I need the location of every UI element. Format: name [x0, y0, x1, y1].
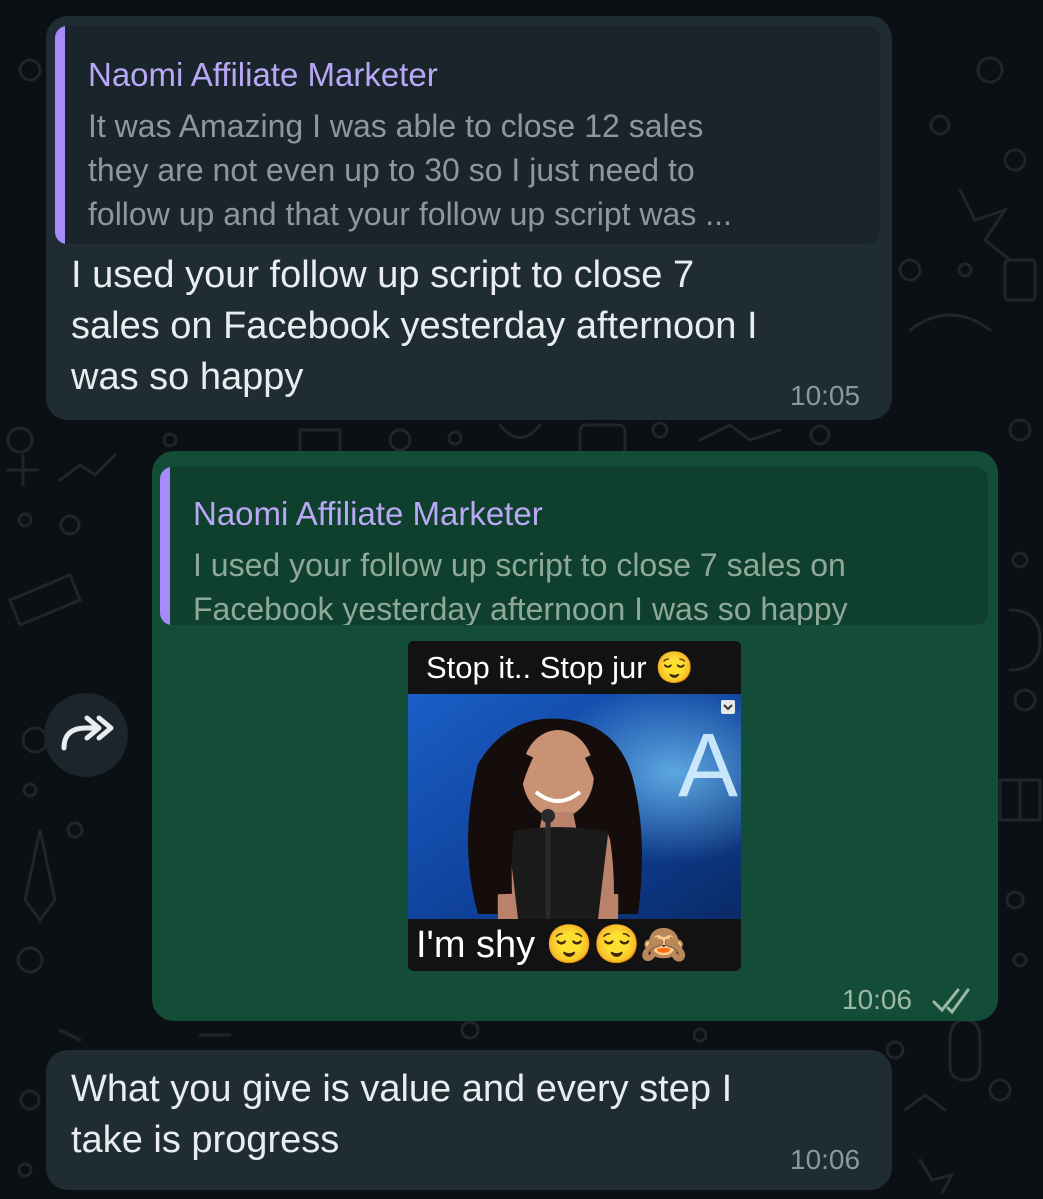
message-bubble-incoming[interactable]: What you give is value and every step I …: [46, 1050, 892, 1190]
quote-accent-bar: [160, 467, 170, 625]
message-timestamp: 10:06: [790, 1144, 861, 1175]
quoted-message[interactable]: Naomi Affiliate Marketer I used your fol…: [160, 467, 988, 625]
message-text: I used your follow up script to close 7 …: [71, 254, 758, 398]
message-text: What you give is value and every step I …: [71, 1068, 733, 1161]
forward-button[interactable]: [44, 693, 128, 777]
forward-arrow-icon: [61, 715, 114, 751]
message-timestamp: 10:05: [790, 380, 861, 411]
sticker-top-caption: Stop it.. Stop jur 😌: [408, 641, 741, 694]
quoted-message[interactable]: Naomi Affiliate Marketer It was Amazing …: [55, 26, 880, 244]
sticker-backdrop-text: AI-: [678, 716, 741, 816]
quote-author: Naomi Affiliate Marketer: [193, 495, 543, 532]
quote-author: Naomi Affiliate Marketer: [88, 56, 438, 93]
sticker-bottom-caption: I'm shy 😌😌🙈: [408, 919, 741, 971]
sticker-image[interactable]: Stop it.. Stop jur 😌 A I'm shy 😌😌🙈: [408, 641, 741, 971]
message-bubble-incoming[interactable]: Naomi Affiliate Marketer It was Amazing …: [46, 16, 892, 420]
quote-accent-bar: [55, 26, 65, 244]
quote-text: It was Amazing I was able to close 12 sa…: [88, 108, 732, 232]
double-check-icon: [932, 988, 970, 1015]
quote-text: I used your follow up script to close 7 …: [193, 547, 848, 625]
message-timestamp: 10:06: [842, 984, 913, 1015]
